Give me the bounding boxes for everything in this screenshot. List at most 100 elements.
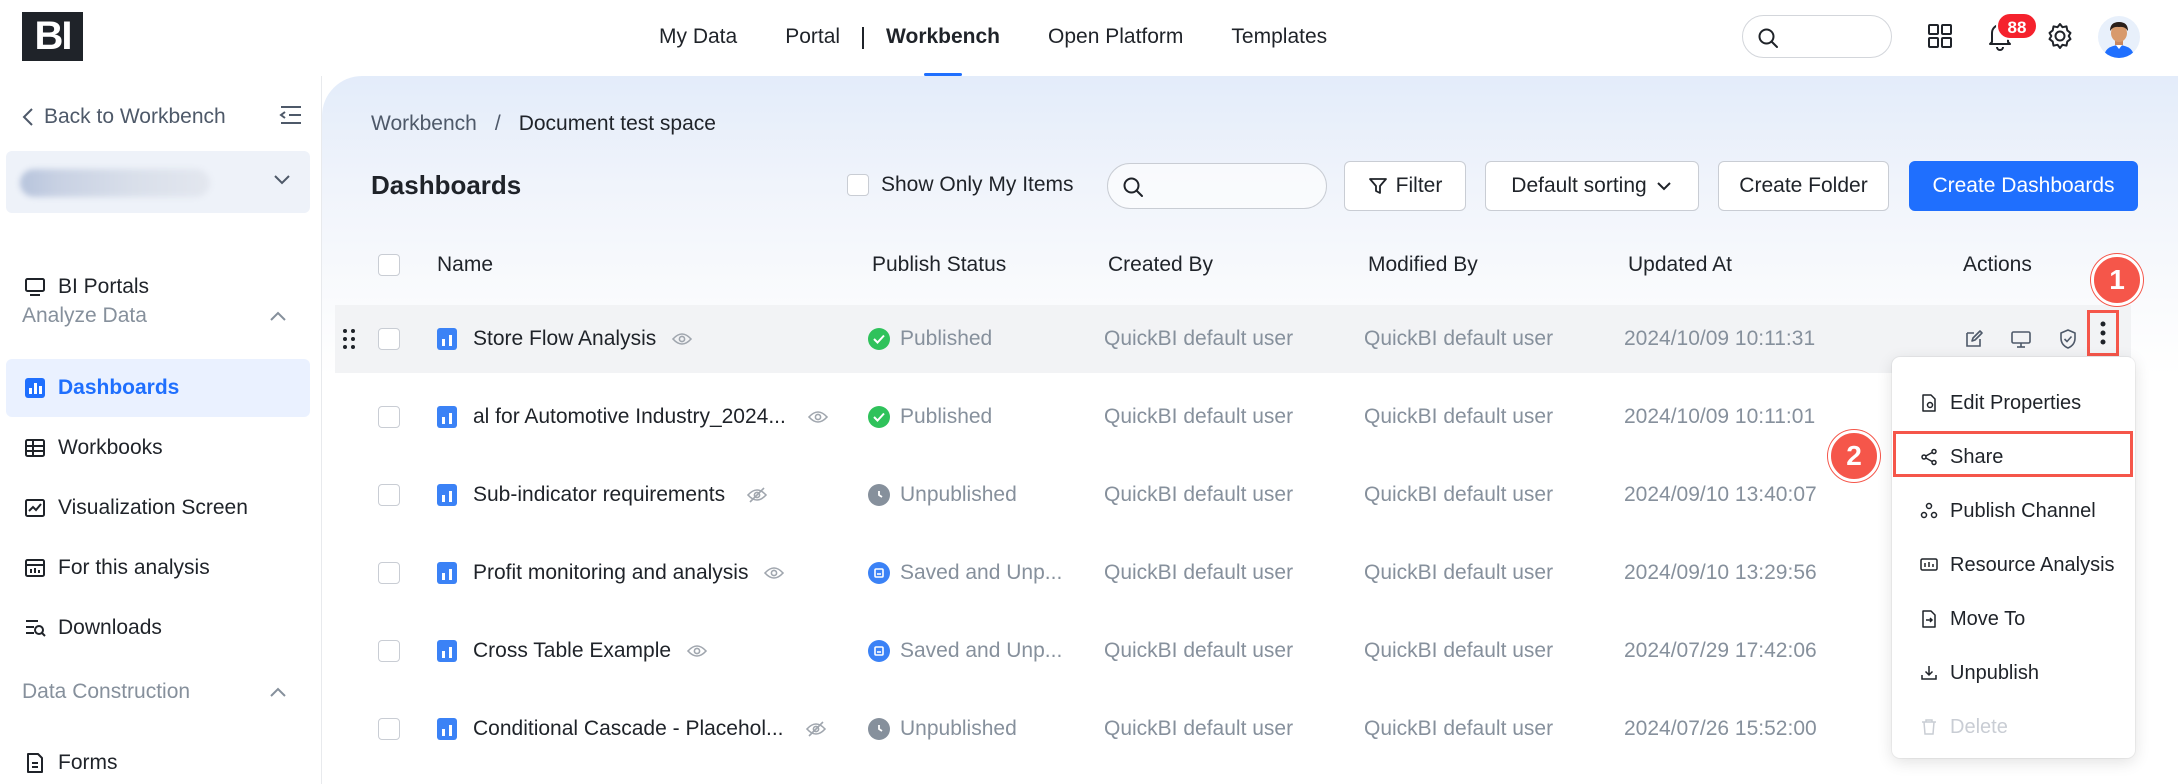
- user-avatar[interactable]: [2098, 16, 2140, 58]
- menu-item-label: Unpublish: [1950, 661, 2039, 684]
- table-row[interactable]: Store Flow Analysis Published QuickBI de…: [335, 305, 2131, 373]
- row-checkbox[interactable]: [378, 562, 400, 584]
- sort-dropdown[interactable]: Default sorting: [1485, 161, 1699, 211]
- create-folder-button[interactable]: Create Folder: [1718, 161, 1889, 211]
- notification-badge: 88: [1996, 12, 2038, 40]
- column-header-publish-status[interactable]: Publish Status: [872, 253, 1006, 277]
- updated-at-cell: 2024/07/29 17:42:06: [1624, 639, 1817, 662]
- nav-templates[interactable]: Templates: [1207, 0, 1351, 76]
- breadcrumb-separator: /: [494, 112, 501, 135]
- collapse-sidebar-icon[interactable]: [278, 103, 304, 132]
- menu-item-label: Delete: [1950, 715, 2008, 738]
- dashboard-name-cell[interactable]: al for Automotive Industry_2024...: [437, 383, 828, 451]
- menu-item-resource-analysis[interactable]: Resource Analysis: [1892, 538, 2135, 592]
- sidebar-item-workbooks[interactable]: Workbooks: [6, 419, 310, 477]
- nav-portal[interactable]: Portal: [761, 0, 864, 76]
- nav-open-platform[interactable]: Open Platform: [1024, 0, 1207, 76]
- nav-my-data[interactable]: My Data: [635, 0, 761, 76]
- saved-icon: [868, 562, 890, 584]
- more-actions-menu: Edit Properties Share Publish Channel Re…: [1892, 357, 2135, 758]
- apps-grid-icon[interactable]: [1922, 18, 1958, 54]
- publish-status: Published: [900, 405, 993, 428]
- select-all-checkbox[interactable]: [378, 254, 400, 276]
- dashboard-name-cell[interactable]: Conditional Cascade - Placehol...: [437, 695, 826, 763]
- preview-icon[interactable]: [2010, 329, 2032, 349]
- menu-item-unpublish[interactable]: Unpublish: [1892, 646, 2135, 700]
- filter-button[interactable]: Filter: [1344, 161, 1466, 211]
- table-row[interactable]: Profit monitoring and analysis Saved and…: [335, 539, 2131, 607]
- eye-icon[interactable]: [807, 410, 828, 424]
- chevron-down-icon: [1656, 182, 1671, 191]
- table-row[interactable]: Cross Table Example Saved and Unp... Qui…: [335, 617, 2131, 685]
- sidebar-item-for-this-analysis[interactable]: For this analysis: [6, 539, 310, 597]
- more-actions-button[interactable]: [2087, 310, 2119, 356]
- form-icon: [22, 750, 48, 776]
- trash-icon: [1920, 718, 1938, 736]
- app-logo[interactable]: BI: [22, 12, 83, 61]
- dashboard-name-cell[interactable]: Store Flow Analysis: [437, 305, 693, 373]
- row-checkbox[interactable]: [378, 328, 400, 350]
- dashboard-name-cell[interactable]: Cross Table Example: [437, 617, 708, 685]
- workspace-select[interactable]: [6, 151, 310, 213]
- row-checkbox[interactable]: [378, 718, 400, 740]
- create-dashboards-button[interactable]: Create Dashboards: [1909, 161, 2138, 211]
- eye-icon[interactable]: [672, 332, 693, 346]
- row-checkbox[interactable]: [378, 640, 400, 662]
- dashboard-name[interactable]: Sub-indicator requirements: [473, 483, 725, 507]
- publish-status-cell: Published: [868, 383, 992, 451]
- column-header-name[interactable]: Name: [437, 253, 493, 277]
- properties-icon: [1920, 394, 1938, 412]
- sidebar-group-analyze-data[interactable]: Analyze Data: [22, 304, 288, 328]
- menu-item-edit-properties[interactable]: Edit Properties: [1892, 376, 2135, 430]
- sidebar-item-visualization-screen[interactable]: Visualization Screen: [6, 479, 310, 537]
- dashboard-name-cell[interactable]: Sub-indicator requirements: [437, 461, 768, 529]
- sidebar-item-label: BI Portals: [58, 275, 150, 298]
- dashboard-name[interactable]: al for Automotive Industry_2024...: [473, 405, 786, 429]
- back-to-workbench-link[interactable]: Back to Workbench: [22, 102, 226, 132]
- drag-handle-icon[interactable]: [342, 327, 356, 351]
- eye-icon[interactable]: [687, 644, 708, 658]
- column-header-updated-at[interactable]: Updated At: [1628, 253, 1732, 277]
- eye-off-icon[interactable]: [747, 487, 768, 503]
- sidebar-item-label: Downloads: [58, 616, 162, 639]
- dashboard-name[interactable]: Profit monitoring and analysis: [473, 561, 748, 585]
- sidebar-item-dashboards[interactable]: Dashboards: [6, 359, 310, 417]
- global-search-input[interactable]: [1742, 15, 1892, 58]
- dashboard-name[interactable]: Store Flow Analysis: [473, 327, 656, 351]
- sidebar-group-data-construction[interactable]: Data Construction: [22, 680, 288, 704]
- nav-workbench[interactable]: Workbench: [862, 0, 1024, 76]
- table-row[interactable]: Conditional Cascade - Placehol... Unpubl…: [335, 695, 2131, 763]
- menu-item-move-to[interactable]: Move To: [1892, 592, 2135, 646]
- sidebar-item-forms[interactable]: Forms: [6, 734, 310, 784]
- breadcrumb: Workbench / Document test space: [371, 112, 716, 136]
- created-by-cell: QuickBI default user: [1104, 483, 1294, 506]
- dashboard-icon: [437, 484, 457, 506]
- annotation-callout-1: 1: [2091, 254, 2143, 306]
- column-header-modified-by[interactable]: Modified By: [1368, 253, 1478, 277]
- checkbox-box[interactable]: [847, 174, 869, 196]
- breadcrumb-workbench[interactable]: Workbench: [371, 112, 477, 136]
- dashboard-search-input[interactable]: [1107, 163, 1327, 209]
- row-checkbox[interactable]: [378, 484, 400, 506]
- chevron-left-icon: [22, 108, 33, 126]
- dashboard-name[interactable]: Cross Table Example: [473, 639, 671, 663]
- chevron-up-icon: [270, 687, 286, 697]
- gear-icon[interactable]: [2042, 18, 2078, 54]
- menu-item-publish-channel[interactable]: Publish Channel: [1892, 484, 2135, 538]
- column-header-created-by[interactable]: Created By: [1108, 253, 1213, 277]
- publish-status: Unpublished: [900, 717, 1017, 740]
- sidebar-item-downloads[interactable]: Downloads: [6, 599, 310, 657]
- dashboard-icon: [437, 640, 457, 662]
- publish-status: Saved and Unp...: [900, 561, 1063, 584]
- modified-by-cell: QuickBI default user: [1364, 717, 1554, 740]
- eye-off-icon[interactable]: [805, 721, 826, 737]
- modified-by-cell: QuickBI default user: [1364, 483, 1554, 506]
- eye-icon[interactable]: [764, 566, 785, 580]
- show-only-my-items-checkbox[interactable]: Show Only My Items: [847, 173, 1074, 197]
- dashboard-name[interactable]: Conditional Cascade - Placehol...: [473, 717, 784, 741]
- shield-icon[interactable]: [2058, 328, 2078, 350]
- menu-item-label: Move To: [1950, 607, 2026, 630]
- dashboard-name-cell[interactable]: Profit monitoring and analysis: [437, 539, 785, 607]
- row-checkbox[interactable]: [378, 406, 400, 428]
- edit-icon[interactable]: [1964, 329, 1984, 349]
